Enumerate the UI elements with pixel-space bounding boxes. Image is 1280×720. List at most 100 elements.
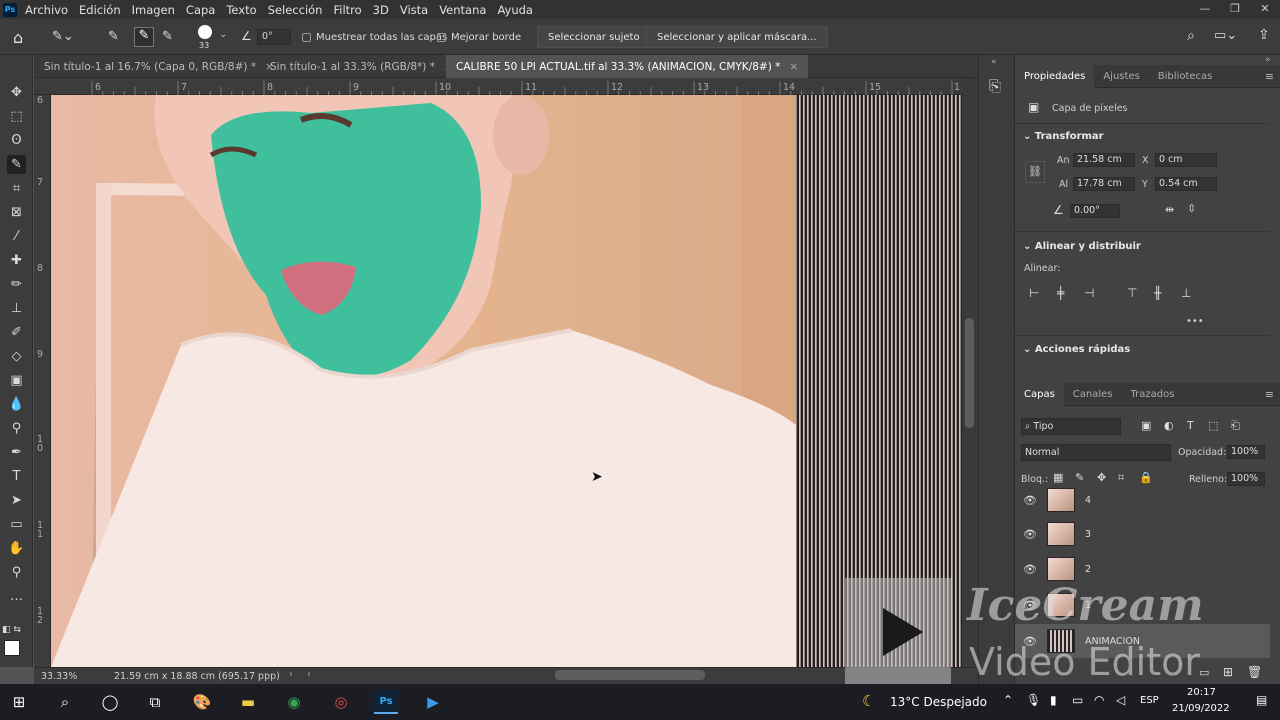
lasso-tool-icon[interactable]: ʘ	[7, 131, 26, 150]
filter-shape-icon[interactable]: ⬚	[1208, 419, 1218, 432]
microphone-icon[interactable]: 🎙	[1026, 693, 1041, 707]
hand-tool-icon[interactable]: ✋	[7, 539, 26, 558]
align-center-h-icon[interactable]: ╪	[1057, 286, 1064, 300]
crop-tool-icon[interactable]: ⌗	[7, 179, 26, 198]
angle-input[interactable]: 0.00°	[1070, 204, 1120, 218]
menu-imagen[interactable]: Imagen	[132, 3, 175, 17]
foreground-color-swatch[interactable]	[4, 640, 20, 656]
flip-vertical-icon[interactable]: ⇳	[1187, 202, 1196, 215]
filter-smart-object-icon[interactable]: ⎗	[1231, 419, 1240, 433]
windows-start-icon[interactable]: ⊞	[7, 690, 31, 714]
close-tab-icon[interactable]: ×	[789, 61, 798, 73]
y-input[interactable]: 0.54 cm	[1155, 177, 1217, 191]
more-options-icon[interactable]: •••	[1186, 316, 1204, 327]
history-brush-icon[interactable]: ✐	[7, 323, 26, 342]
collapse-icon[interactable]: »	[1265, 55, 1271, 65]
menu-filtro[interactable]: Filtro	[333, 3, 361, 17]
home-icon[interactable]: ⌂	[13, 28, 23, 47]
cortana-icon[interactable]: ◯	[98, 690, 122, 714]
eyedropper-tool-icon[interactable]: ⁄	[7, 227, 26, 246]
eye-icon[interactable]: 👁	[1015, 528, 1045, 541]
move-tool-icon[interactable]: ✥	[7, 83, 26, 102]
quick-actions-section[interactable]: ⌄ Acciones rápidas	[1023, 344, 1130, 355]
layer-filter-select[interactable]: ⌕ Tipo	[1021, 418, 1121, 435]
healing-brush-icon[interactable]: ✚	[7, 251, 26, 270]
angle-input[interactable]: 0°	[257, 29, 291, 45]
media-app-icon[interactable]: ▶	[421, 690, 445, 714]
brush-tool-icon[interactable]: ✏	[7, 275, 26, 294]
language-indicator[interactable]: ESP	[1140, 695, 1159, 706]
eye-icon[interactable]: 👁	[1015, 563, 1045, 576]
file-explorer-icon[interactable]: ▬	[236, 690, 260, 714]
record-app-icon[interactable]: ◎	[329, 690, 353, 714]
dodge-tool-icon[interactable]: ⚲	[7, 419, 26, 438]
gradient-tool-icon[interactable]: ▣	[7, 371, 26, 390]
tray-chevron-icon[interactable]: ⌃	[1003, 693, 1013, 707]
scroll-left-icon[interactable]: ‹	[307, 669, 311, 680]
new-selection-icon[interactable]: ✎	[108, 29, 119, 44]
restore-icon[interactable]: ❐	[1220, 0, 1250, 19]
layer-row[interactable]: 👁 4	[1015, 483, 1270, 517]
align-top-icon[interactable]: ⊤	[1127, 286, 1137, 300]
menu-texto[interactable]: Texto	[226, 3, 256, 17]
document-canvas[interactable]: ➤	[51, 95, 962, 667]
clock-date[interactable]: 21/09/2022	[1172, 703, 1230, 714]
horizontal-scroll-thumb[interactable]	[555, 670, 705, 680]
align-right-icon[interactable]: ⊣	[1084, 286, 1094, 300]
quick-selection-tool-icon[interactable]: ✎⌄	[52, 29, 74, 44]
default-colors-icon[interactable]: ◧ ⇆	[2, 625, 21, 635]
sample-all-layers-checkbox[interactable]: Muestrear todas las capas	[302, 32, 447, 43]
tab-trazados[interactable]: Trazados	[1122, 383, 1184, 406]
more-tools-icon[interactable]: …	[7, 587, 26, 606]
collapse-icon[interactable]: «	[991, 57, 997, 67]
history-panel-icon[interactable]: ⎘	[989, 77, 1001, 95]
menu-archivo[interactable]: Archivo	[25, 3, 68, 17]
search-icon[interactable]: ⌕	[1187, 28, 1195, 44]
brush-preview-icon[interactable]	[198, 25, 212, 39]
menu-vista[interactable]: Vista	[400, 3, 428, 17]
photoshop-logo-icon[interactable]: Ps	[3, 2, 17, 17]
type-tool-icon[interactable]: T	[7, 467, 26, 486]
workspace-icon[interactable]: ▭⌄	[1214, 28, 1237, 43]
weather-text[interactable]: 13°C Despejado	[890, 695, 987, 709]
chevron-down-icon[interactable]: ⌄	[219, 29, 227, 40]
clock-time[interactable]: 20:17	[1187, 687, 1216, 698]
tab-capas[interactable]: Capas	[1015, 382, 1064, 406]
panel-menu-icon[interactable]: ≡	[1265, 388, 1274, 401]
minimize-icon[interactable]: —	[1190, 0, 1220, 19]
tab-canales[interactable]: Canales	[1064, 383, 1122, 406]
notifications-icon[interactable]: ▤	[1256, 693, 1267, 707]
network-icon[interactable]: ▭	[1072, 693, 1083, 707]
tab-bibliotecas[interactable]: Bibliotecas	[1149, 65, 1222, 88]
rectangle-tool-icon[interactable]: ▭	[7, 515, 26, 534]
clone-stamp-icon[interactable]: ⊥	[7, 299, 26, 318]
tab-calibre-50-lpi[interactable]: CALIBRE 50 LPI ACTUAL.tif al 33.3% (ANIM…	[446, 55, 809, 78]
wifi-icon[interactable]: ◠	[1094, 693, 1104, 707]
subtract-from-selection-icon[interactable]: ✎	[162, 29, 173, 44]
panel-menu-icon[interactable]: ≡	[1265, 70, 1274, 83]
filter-pixel-icon[interactable]: ▣	[1141, 419, 1151, 432]
blend-mode-select[interactable]: Normal	[1021, 444, 1171, 461]
align-left-icon[interactable]: ⊢	[1029, 286, 1039, 300]
menu-ventana[interactable]: Ventana	[439, 3, 486, 17]
select-and-mask-button[interactable]: Seleccionar y aplicar máscara...	[646, 26, 828, 48]
filter-type-icon[interactable]: T	[1187, 419, 1194, 432]
link-icon[interactable]: ⛓	[1025, 161, 1045, 183]
menu-3d[interactable]: 3D	[373, 3, 389, 17]
zoom-level[interactable]: 33.33%	[41, 671, 77, 682]
search-icon[interactable]: ⌕	[53, 690, 77, 714]
task-view-icon[interactable]: ⧉	[143, 690, 167, 714]
battery-icon[interactable]: ▮	[1050, 693, 1057, 707]
marquee-tool-icon[interactable]: ⬚	[7, 107, 26, 126]
height-input[interactable]: 17.78 cm	[1073, 177, 1135, 191]
align-bottom-icon[interactable]: ⊥	[1181, 286, 1191, 300]
transform-section[interactable]: ⌄ Transformar	[1023, 131, 1104, 142]
paint-app-icon[interactable]: 🎨	[190, 690, 214, 714]
chevron-right-icon[interactable]: ›	[289, 669, 293, 680]
width-input[interactable]: 21.58 cm	[1073, 153, 1135, 167]
align-middle-v-icon[interactable]: ╫	[1154, 286, 1161, 300]
pen-tool-icon[interactable]: ✒	[7, 443, 26, 462]
path-selection-icon[interactable]: ➤	[7, 491, 26, 510]
menu-ayuda[interactable]: Ayuda	[497, 3, 533, 17]
volume-icon[interactable]: ◁	[1116, 693, 1125, 707]
